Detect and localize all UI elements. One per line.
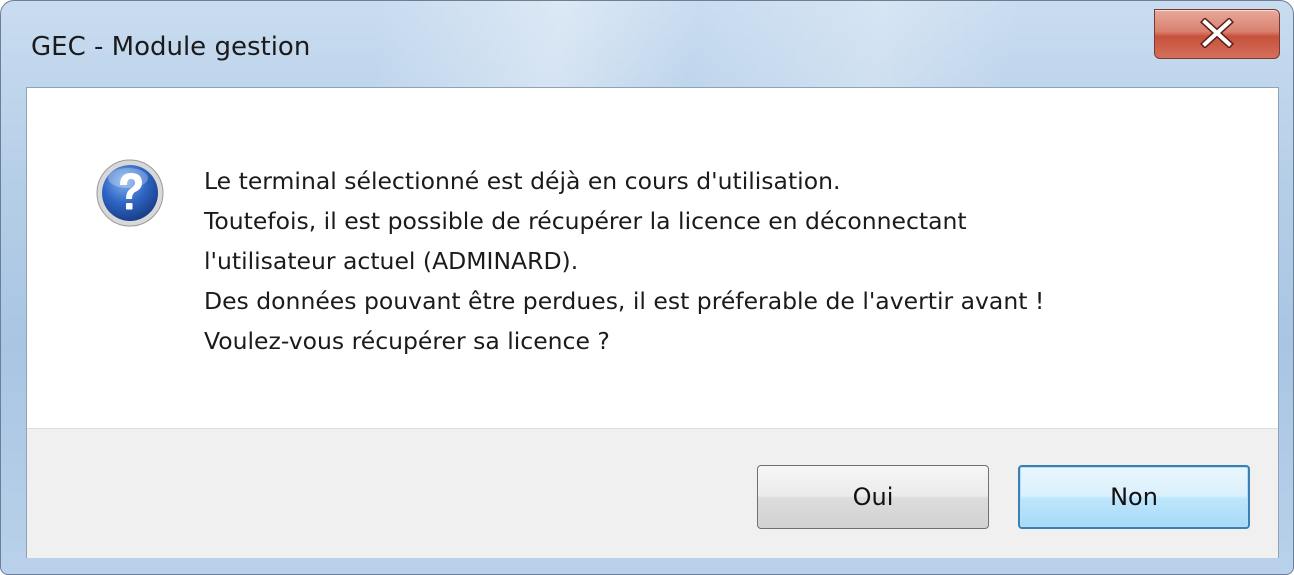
message-line: Toutefois, il est possible de récupérer … xyxy=(204,207,967,235)
dialog-content: Le terminal sélectionné est déjà en cour… xyxy=(26,87,1279,558)
dialog-window: GEC - Module gestion Le terminal sélecti… xyxy=(0,0,1294,575)
question-icon xyxy=(96,159,164,227)
yes-button[interactable]: Oui xyxy=(757,465,989,529)
close-x-icon xyxy=(1200,18,1234,48)
message-area: Le terminal sélectionné est déjà en cour… xyxy=(27,88,1278,428)
button-bar: Oui Non xyxy=(27,428,1278,558)
message-line: Le terminal sélectionné est déjà en cour… xyxy=(204,167,841,195)
message-text: Le terminal sélectionné est déjà en cour… xyxy=(204,161,1044,361)
window-title: GEC - Module gestion xyxy=(31,32,311,62)
title-bar[interactable]: GEC - Module gestion xyxy=(1,1,1293,87)
message-line: Des données pouvant être perdues, il est… xyxy=(204,287,1045,315)
message-line: l'utilisateur actuel (ADMINARD). xyxy=(204,247,579,275)
close-button[interactable] xyxy=(1154,9,1280,59)
no-button[interactable]: Non xyxy=(1018,465,1250,529)
message-line: Voulez-vous récupérer sa licence ? xyxy=(204,327,610,355)
